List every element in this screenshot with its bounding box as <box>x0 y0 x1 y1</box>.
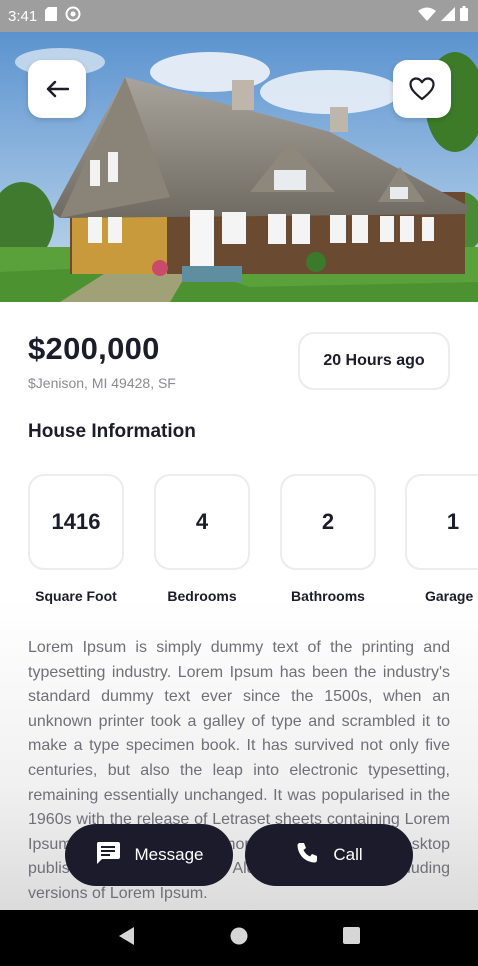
house-information-title: House Information <box>28 421 196 442</box>
message-label: Message <box>134 845 204 864</box>
status-time: 3:41 <box>8 7 38 25</box>
call-label: Call <box>333 845 363 864</box>
status-bar: 3:41 <box>0 0 478 32</box>
nav-home-icon <box>230 927 248 950</box>
sync-icon <box>65 6 81 26</box>
stat-label: Bedrooms <box>167 588 237 604</box>
sd-card-icon <box>45 7 58 25</box>
stat-value: 1416 <box>28 474 124 570</box>
posted-time-badge: 20 Hours ago <box>298 332 450 390</box>
heart-outline-icon <box>409 77 435 101</box>
battery-icon <box>460 6 468 26</box>
stat-label: Garage <box>425 588 474 604</box>
message-button[interactable]: Message <box>65 824 233 886</box>
arrow-left-icon <box>45 80 69 98</box>
stat-label: Square Foot <box>35 588 117 604</box>
nav-back-icon <box>117 926 135 951</box>
stat-square-foot: 1416 Square Foot <box>28 474 124 604</box>
stat-value: 1 <box>405 474 478 570</box>
favorite-button[interactable] <box>393 60 451 118</box>
signal-icon <box>441 6 455 26</box>
phone-icon <box>295 841 319 870</box>
status-left: 3:41 <box>8 6 81 26</box>
status-right <box>418 6 468 26</box>
stat-value: 4 <box>154 474 250 570</box>
nav-back-button[interactable] <box>106 918 146 958</box>
nav-recents-button[interactable] <box>332 918 372 958</box>
hero-image <box>0 32 478 302</box>
system-nav-bar <box>0 910 478 966</box>
nav-recents-icon <box>343 927 361 949</box>
wifi-icon <box>418 7 436 26</box>
listing-price: $200,000 <box>28 331 160 366</box>
stat-label: Bathrooms <box>291 588 365 604</box>
nav-home-button[interactable] <box>219 918 259 958</box>
stat-garage: 1 Garage <box>405 474 478 604</box>
stat-value: 2 <box>280 474 376 570</box>
back-button[interactable] <box>28 60 86 118</box>
message-icon <box>95 841 121 870</box>
stat-bedrooms: 4 Bedrooms <box>154 474 250 604</box>
call-button[interactable]: Call <box>245 824 413 886</box>
stat-bathrooms: 2 Bathrooms <box>280 474 376 604</box>
listing-address: $Jenison, MI 49428, SF <box>28 375 176 391</box>
